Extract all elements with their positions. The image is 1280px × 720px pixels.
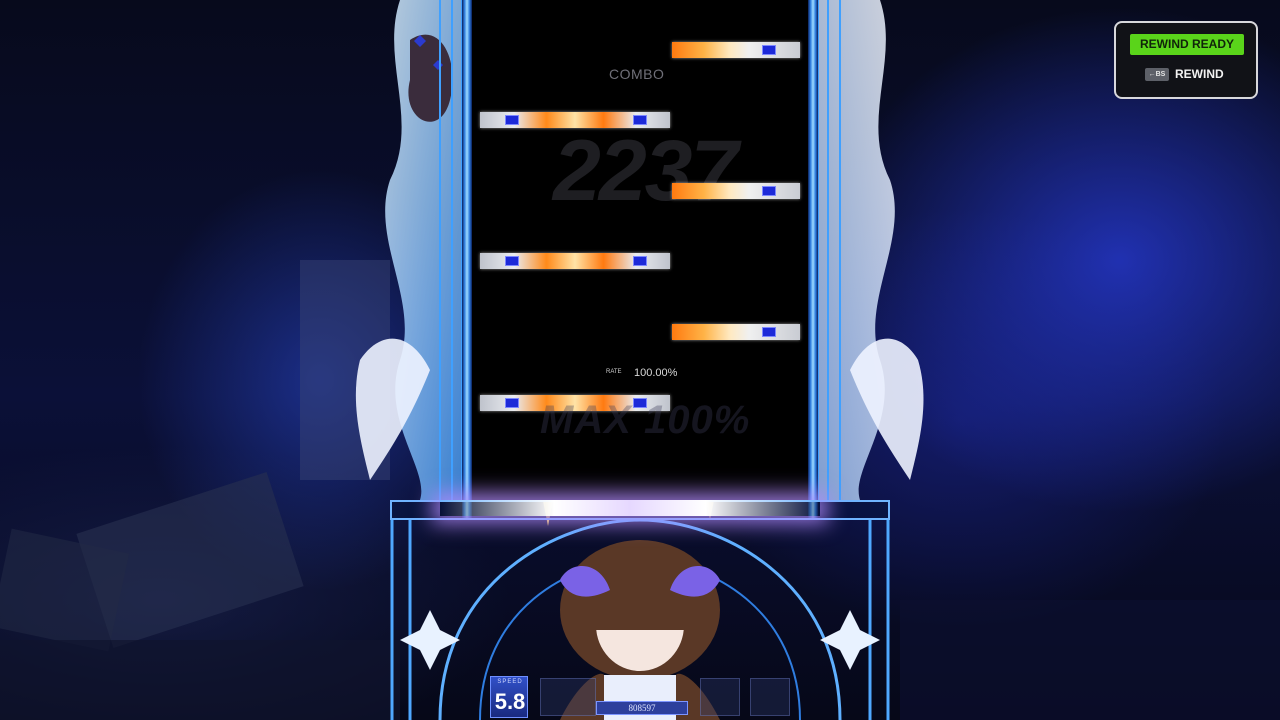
note-gem [762, 186, 776, 196]
gauge-panel-left [540, 678, 596, 716]
gauge-panel-right [700, 678, 740, 716]
rate-value: 100.00% [634, 367, 678, 379]
speed-label: SPEED [497, 679, 523, 685]
note-right [672, 183, 800, 199]
lane-rail-left [462, 0, 472, 520]
note-gem [762, 45, 776, 55]
note-gem [505, 398, 519, 408]
background-floor [0, 640, 400, 720]
rewind-button[interactable]: REWIND [1175, 67, 1224, 81]
note-left [480, 112, 670, 128]
background-floor [900, 600, 1280, 720]
note-right [672, 324, 800, 340]
background-pillar [300, 260, 390, 480]
combo-label: COMBO [609, 66, 665, 82]
note-gem [505, 256, 519, 266]
rewind-ready-badge: REWIND READY [1130, 34, 1244, 55]
combo-counter: 2237 [553, 123, 738, 219]
lane-rail-right [808, 0, 818, 520]
backspace-key-icon: ←BS [1145, 68, 1169, 81]
max-indicator: MAX 100% [540, 398, 751, 442]
speed-indicator: SPEED 5.8 [490, 676, 528, 718]
hit-effect-glow [440, 500, 820, 516]
note-gem [505, 115, 519, 125]
rate-label: RATE [606, 369, 622, 375]
score-display: 808597 [596, 701, 688, 715]
note-gem [762, 327, 776, 337]
note-gem [633, 256, 647, 266]
rewind-panel: REWIND READY ←BS REWIND [1114, 21, 1258, 99]
gauge-panel-right [750, 678, 790, 716]
note-left [480, 253, 670, 269]
speed-value: 5.8 [494, 689, 526, 714]
note-right [672, 42, 800, 58]
score-value: 808597 [628, 703, 656, 713]
note-gem [633, 115, 647, 125]
